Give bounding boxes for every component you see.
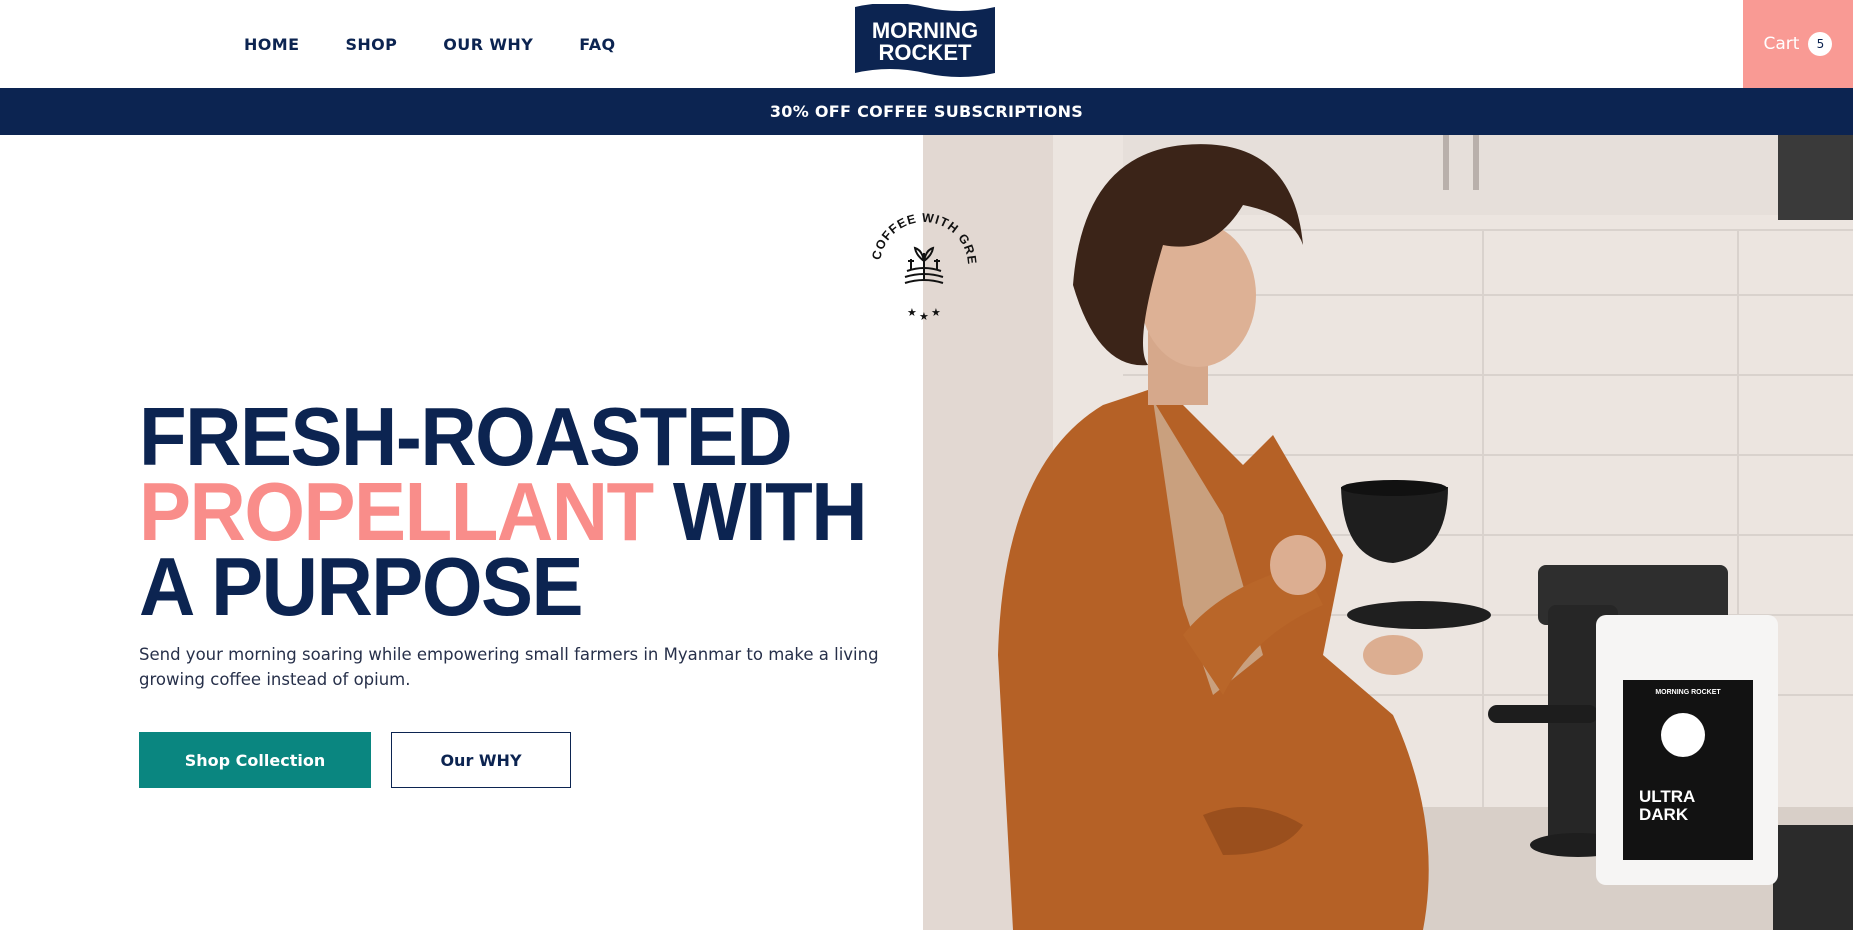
bag-name-line1: ULTRA: [1639, 787, 1695, 806]
hero-text-panel: FRESH-ROASTED PROPELLANT WITH A PURPOSE …: [0, 135, 923, 930]
site-header: HOME SHOP OUR WHY FAQ MORNING ROCKET Car…: [0, 0, 1853, 88]
hero-headline: FRESH-ROASTED PROPELLANT WITH A PURPOSE: [139, 395, 868, 628]
promo-banner[interactable]: 30% OFF COFFEE SUBSCRIPTIONS: [0, 88, 1853, 135]
nav-faq-link[interactable]: FAQ: [579, 35, 615, 54]
main-nav: HOME SHOP OUR WHY FAQ: [244, 0, 616, 88]
svg-text:★: ★: [907, 306, 917, 319]
cart-button[interactable]: Cart 5: [1743, 0, 1853, 88]
shop-collection-button[interactable]: Shop Collection: [139, 732, 371, 788]
headline-line-3: A PURPOSE: [139, 539, 584, 633]
hero-photo-illustration: ULTRA DARK MORNING ROCKET: [923, 135, 1853, 930]
logo-mark: MORNING ROCKET: [855, 4, 995, 77]
cart-count-badge: 5: [1808, 32, 1833, 56]
bag-brand: MORNING ROCKET: [1655, 689, 1721, 696]
nav-our-why-link[interactable]: OUR WHY: [443, 35, 533, 54]
nav-home-link[interactable]: HOME: [244, 35, 299, 54]
bag-name-line2: DARK: [1639, 805, 1689, 824]
headline-line-2-rest: WITH: [652, 464, 868, 558]
site-logo[interactable]: MORNING ROCKET: [852, 4, 998, 80]
nav-shop-link[interactable]: SHOP: [345, 35, 397, 54]
social-causes-badge: COFFEE WITH GREAT SOCIAL CAUSES ★ ★ ★: [856, 192, 987, 329]
promo-text: 30% OFF COFFEE SUBSCRIPTIONS: [769, 102, 1084, 121]
svg-text:★: ★: [919, 310, 929, 323]
hero-subtext: Send your morning soaring while empoweri…: [139, 645, 879, 689]
svg-text:★: ★: [931, 306, 941, 319]
logo-text-line2: ROCKET: [879, 40, 972, 65]
cart-label: Cart: [1763, 34, 1800, 54]
hero-photo: ULTRA DARK MORNING ROCKET: [923, 135, 1853, 930]
our-why-button[interactable]: Our WHY: [391, 732, 571, 788]
badge-seal-icon: COFFEE WITH GREAT SOCIAL CAUSES ★ ★ ★: [856, 192, 979, 323]
